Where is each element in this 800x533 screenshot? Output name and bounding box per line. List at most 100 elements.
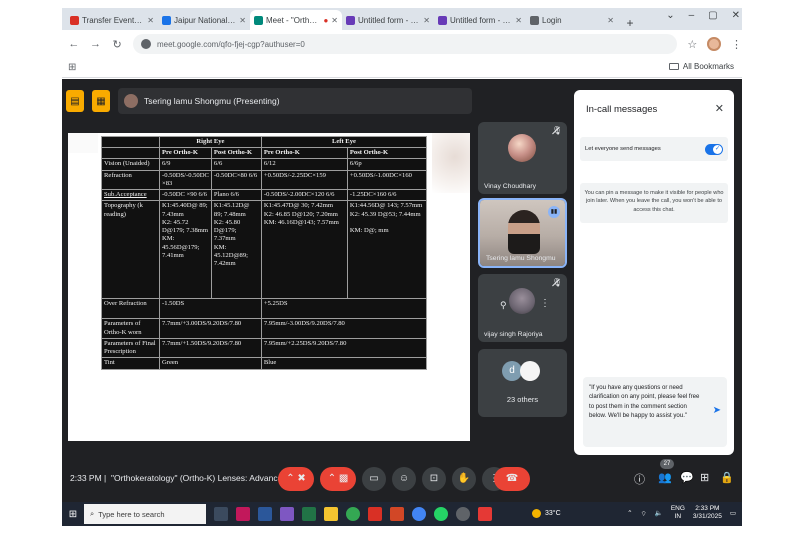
- subheader-pre-left: Pre Ortho-K: [260, 147, 348, 160]
- clock-date: 3/31/2025: [692, 513, 722, 521]
- close-tab-icon[interactable]: ✕: [607, 16, 614, 25]
- tab-favicon-icon: [438, 15, 447, 25]
- profile-avatar[interactable]: [707, 37, 721, 51]
- raise-hand-button[interactable]: ✋: [452, 467, 476, 491]
- windows-taskbar: ⊞ ⌕ Type here to search 33°C ⌃ ⌔ 🔈 ENG I…: [62, 502, 742, 526]
- tray-chevron-icon[interactable]: ⌃: [627, 509, 632, 517]
- tab-untitled-form-2[interactable]: Untitled form - Google Forms ✕: [434, 10, 526, 30]
- send-icon[interactable]: ➤: [713, 403, 721, 419]
- avatar: [508, 134, 536, 162]
- pin-info-box: You can pin a message to make it visible…: [580, 183, 728, 223]
- table-cell: [101, 147, 160, 160]
- bookmark-star-icon[interactable]: ☆: [687, 38, 697, 51]
- people-icon[interactable]: 👥: [658, 471, 672, 484]
- weather-widget[interactable]: 33°C: [532, 509, 561, 518]
- close-tab-icon[interactable]: ✕: [147, 16, 154, 25]
- forward-icon[interactable]: →: [90, 38, 102, 50]
- close-tab-icon[interactable]: ✕: [331, 16, 338, 25]
- close-tab-icon[interactable]: ✕: [239, 16, 246, 25]
- all-bookmarks-label: All Bookmarks: [682, 62, 734, 71]
- temperature: 33°C: [545, 510, 561, 517]
- site-info-icon[interactable]: [140, 39, 151, 49]
- host-controls-icon[interactable]: 🔒: [720, 471, 734, 484]
- tab-transfer-event[interactable]: Transfer Event : Orthokeratolog ✕: [66, 10, 158, 30]
- tab-login[interactable]: Login ✕: [526, 10, 618, 30]
- back-icon[interactable]: ←: [68, 38, 80, 50]
- presenter-label: Tsering lamu Shongmu (Presenting): [144, 96, 280, 106]
- participant-name: Tsering lamu Shongmu: [486, 255, 556, 262]
- tab-untitled-form-1[interactable]: Untitled form - Google Forms ✕: [342, 10, 434, 30]
- tab-jaipur-national-university[interactable]: Jaipur National University ✕: [158, 10, 250, 30]
- settings-icon[interactable]: [456, 507, 470, 521]
- leave-call-button[interactable]: ☎: [494, 467, 530, 491]
- present-button[interactable]: ⊡: [422, 467, 446, 491]
- activities-icon[interactable]: ⊞: [700, 471, 709, 484]
- row-label: Over Refraction: [101, 298, 160, 320]
- browser-menu-icon[interactable]: ⋮: [731, 38, 742, 51]
- apps-grid-icon[interactable]: ⊞: [68, 62, 76, 73]
- emoji-button[interactable]: ☺: [392, 467, 416, 491]
- more-options-icon[interactable]: ⋮: [540, 298, 550, 309]
- notifications-icon[interactable]: ▭: [730, 509, 736, 517]
- powerpoint-icon[interactable]: [390, 507, 404, 521]
- table-corner-cell: [101, 135, 160, 149]
- tab-search-chevron-icon[interactable]: ⌄: [666, 10, 674, 21]
- minimize-icon[interactable]: –: [689, 10, 695, 21]
- present-layout-icon[interactable]: ▤: [66, 90, 84, 112]
- language: ENG: [670, 505, 685, 512]
- participant-tile-vinay[interactable]: 🎙 Vinay Choudhary: [478, 122, 567, 194]
- others-tile[interactable]: d 23 others: [478, 349, 567, 417]
- row-label: Sub.Acceptance: [101, 189, 160, 202]
- chrome-icon[interactable]: [346, 507, 360, 521]
- windows-start-icon[interactable]: ⊞: [62, 509, 84, 520]
- close-tab-icon[interactable]: ✕: [515, 16, 522, 25]
- sun-icon: [532, 509, 541, 518]
- close-icon[interactable]: ✕: [715, 102, 724, 115]
- table-header-row: Right Eye Left Eye: [101, 135, 428, 149]
- allow-messages-toggle[interactable]: ✓: [705, 143, 723, 155]
- excel-icon[interactable]: [302, 507, 316, 521]
- app-icon[interactable]: [280, 507, 294, 521]
- maximize-icon[interactable]: ▢: [708, 10, 717, 21]
- close-window-icon[interactable]: ✕: [732, 10, 740, 21]
- recording-icon: ●: [323, 15, 329, 25]
- url-field[interactable]: meet.google.com/qfo-fjej-cgp?authuser=0: [132, 34, 678, 54]
- chrome-icon-2[interactable]: [412, 507, 426, 521]
- camera-toggle-button[interactable]: ⌃ ▩: [320, 467, 356, 491]
- taskbar-search-input[interactable]: ⌕ Type here to search: [84, 504, 206, 524]
- all-bookmarks-button[interactable]: All Bookmarks: [668, 62, 734, 71]
- table-cell: -0.50DC×80 6/6: [210, 169, 262, 191]
- participant-tile-tsering[interactable]: ▮▮ Tsering lamu Shongmu: [478, 198, 567, 268]
- table-row: Parameters of Ortho-K worn 7.7mm/+3.00DS…: [101, 318, 428, 339]
- whatsapp-icon[interactable]: [434, 507, 448, 521]
- file-explorer-icon[interactable]: [324, 507, 338, 521]
- task-view-icon[interactable]: [214, 507, 228, 521]
- ortho-k-table: Right Eye Left Eye Pre Ortho-K Post Orth…: [101, 135, 428, 370]
- stop-presenting-icon[interactable]: ▦: [92, 90, 110, 112]
- info-icon[interactable]: ⓘ: [634, 471, 645, 487]
- new-tab-button[interactable]: +: [622, 16, 638, 30]
- close-tab-icon[interactable]: ✕: [423, 16, 430, 25]
- media-app-icon[interactable]: [236, 507, 250, 521]
- volume-icon[interactable]: 🔈: [655, 509, 663, 517]
- language-indicator[interactable]: ENG IN: [671, 505, 685, 521]
- table-cell: K1:45.12D@ 89; 7.48mm K2: 45.80 D@179; 7…: [210, 200, 262, 300]
- captions-button[interactable]: ▭: [362, 467, 386, 491]
- tab-meet[interactable]: Meet - "Orthokeratolog ● ✕: [250, 10, 342, 30]
- word-icon[interactable]: [258, 507, 272, 521]
- table-cell: -1.50DS: [159, 298, 262, 320]
- mic-toggle-button[interactable]: ⌃ ✖: [278, 467, 314, 491]
- network-icon[interactable]: ⌔: [641, 509, 647, 518]
- browser-tab-strip: Transfer Event : Orthokeratolog ✕ Jaipur…: [62, 8, 742, 30]
- clock[interactable]: 2:33 PM 3/31/2025: [693, 505, 722, 521]
- pin-icon[interactable]: ⚲: [500, 300, 507, 311]
- message-input[interactable]: "If you have any questions or need clari…: [583, 377, 727, 447]
- chat-icon[interactable]: 💬: [680, 471, 694, 484]
- app-icon-2[interactable]: [478, 507, 492, 521]
- reload-icon[interactable]: ↻: [111, 38, 123, 51]
- presenter-bar: Tsering lamu Shongmu (Presenting): [118, 88, 472, 114]
- table-row: Topography (k reading) K1:45.40D@ 89; 7.…: [101, 200, 428, 300]
- folder-icon: [668, 63, 679, 70]
- participant-tile-vijay[interactable]: 🎙 ⚲ ⋮ vijay singh Rajoriya: [478, 274, 567, 342]
- pdf-icon[interactable]: [368, 507, 382, 521]
